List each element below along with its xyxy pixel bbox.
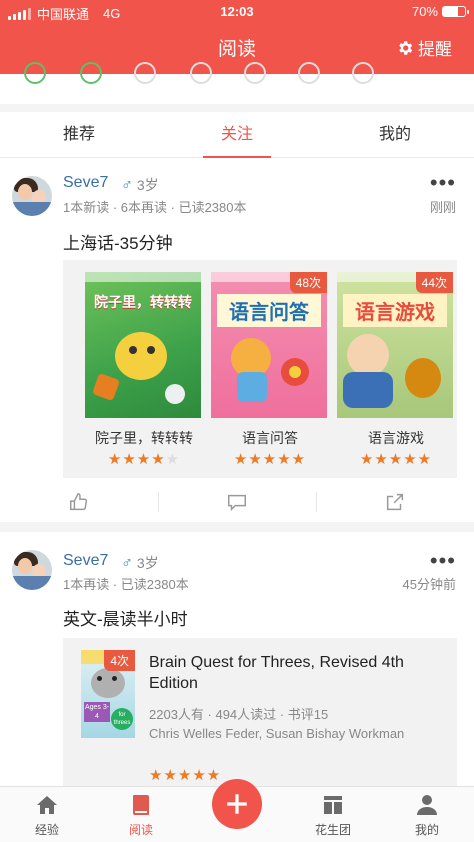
scrolled-strip xyxy=(0,62,474,104)
post-title: 上海话-35分钟 xyxy=(63,234,173,253)
battery-icon xyxy=(442,6,469,17)
group-icon xyxy=(324,796,342,814)
book-author: Chris Welles Feder, Susan Bishay Workman xyxy=(149,726,405,741)
tab-following[interactable]: 关注 xyxy=(158,112,316,157)
book-stats: 2203人有 · 494人读过 · 书评15 xyxy=(149,707,329,722)
strip-dot xyxy=(134,62,156,84)
user-gender-age: ♂ 3岁 xyxy=(121,175,159,195)
nav-label: 经验 xyxy=(34,823,59,837)
nav-mine[interactable]: 我的 xyxy=(392,793,462,838)
strip-dot xyxy=(244,62,266,84)
post-time: 刚刚 xyxy=(429,200,456,215)
rating-stars: ★★★★★ xyxy=(149,767,222,784)
user-reading-stats: 1本新读 · 6本再读 · 已读2380本 xyxy=(63,200,247,215)
gear-icon xyxy=(399,40,413,55)
battery-percent: 70% xyxy=(411,4,438,19)
nav-label: 我的 xyxy=(414,823,439,837)
cover-age-label: Ages 3-4 xyxy=(84,702,110,722)
book-icon xyxy=(133,795,149,815)
book-title: Brain Quest for Threes, Revised 4th Edit… xyxy=(149,654,404,692)
status-bar: 中国联通 4G 12:03 70% xyxy=(0,0,474,24)
rating-stars: ★★★★★ xyxy=(233,451,307,468)
post-title: 英文-晨读半小时 xyxy=(63,610,188,629)
nav-reading[interactable]: 阅读 xyxy=(106,793,176,838)
nav-experience[interactable]: 经验 xyxy=(12,793,82,838)
male-icon: ♂ xyxy=(121,555,133,572)
strip-dot xyxy=(24,62,46,84)
home-icon xyxy=(37,796,57,814)
book-cover: 语言游戏 44次 xyxy=(337,272,453,418)
book-item[interactable]: 语言游戏 44次 语言游戏 ★★★★★ xyxy=(337,272,455,468)
read-count-badge: 48次 xyxy=(289,272,327,293)
remind-label: 提醒 xyxy=(418,40,452,59)
rating-stars: ★★★★★ xyxy=(359,451,433,468)
rating-stars: ★★★★★ xyxy=(107,451,181,468)
feed-post: Seve7 ♂ 3岁 1本新读 · 6本再读 · 已读2380本 ••• 刚刚 … xyxy=(0,158,474,522)
book-cover: Ages 3-4 for threes 4次 xyxy=(81,650,135,738)
post-actions xyxy=(0,482,474,522)
bottom-nav: 经验 阅读 花生团 我的 xyxy=(0,779,474,842)
user-reading-stats: 1本再读 · 已读2380本 xyxy=(63,577,189,592)
avatar[interactable] xyxy=(12,550,52,590)
book-item[interactable]: 院子里，转转转 院子里，转转转 ★★★★★ xyxy=(85,272,203,468)
book-card[interactable]: Ages 3-4 for threes 4次 Brain Quest for T… xyxy=(63,638,457,786)
like-button[interactable] xyxy=(0,482,158,522)
comment-icon xyxy=(228,494,246,512)
clock: 12:03 xyxy=(220,4,254,19)
more-options-icon[interactable]: ••• xyxy=(430,550,456,572)
nav-label: 阅读 xyxy=(128,823,153,837)
add-button[interactable] xyxy=(212,779,262,829)
book-cover: 院子里，转转转 xyxy=(85,272,201,418)
book-item[interactable]: 语言问答 48次 语言问答 ★★★★★ xyxy=(211,272,329,468)
person-icon xyxy=(417,795,437,815)
avatar[interactable] xyxy=(12,176,52,216)
strip-dot xyxy=(298,62,320,84)
share-button[interactable] xyxy=(316,482,474,522)
book-title: 院子里，转转转 xyxy=(95,430,193,446)
strip-dot xyxy=(80,62,102,84)
book-title: 语言问答 xyxy=(242,430,298,446)
remind-button[interactable]: 提醒 xyxy=(396,35,452,60)
user-age: 3岁 xyxy=(136,177,159,193)
read-count-badge: 44次 xyxy=(415,272,453,293)
male-icon: ♂ xyxy=(121,177,133,194)
thumbs-up-icon xyxy=(70,493,88,511)
user-gender-age: ♂ 3岁 xyxy=(121,553,159,573)
nav-peanut-group[interactable]: 花生团 xyxy=(298,793,368,838)
user-name[interactable]: Seve7 xyxy=(63,174,108,192)
share-icon xyxy=(386,493,404,511)
tab-mine[interactable]: 我的 xyxy=(316,112,474,157)
feed-post: Seve7 ♂ 3岁 1本再读 · 已读2380本 ••• 45分钟前 英文-晨… xyxy=(0,532,474,786)
book-cover: 语言问答 48次 xyxy=(211,272,327,418)
book-title: 语言游戏 xyxy=(368,430,424,446)
nav-label: 花生团 xyxy=(314,823,351,837)
comment-button[interactable] xyxy=(158,482,316,522)
plus-icon xyxy=(227,794,247,814)
book-list: 院子里，转转转 院子里，转转转 ★★★★★ 语言问答 48次 语言问答 ★★★★… xyxy=(63,260,457,478)
feed-tabs: 推荐 关注 我的 xyxy=(0,112,474,158)
app-header: 中国联通 4G 12:03 70% 阅读 提醒 xyxy=(0,0,474,74)
read-count-badge: 4次 xyxy=(104,650,135,671)
user-name[interactable]: Seve7 xyxy=(63,552,108,570)
strip-dot xyxy=(352,62,374,84)
cover-series-label: for threes xyxy=(111,708,133,730)
post-time: 45分钟前 xyxy=(402,577,456,592)
user-age: 3岁 xyxy=(136,555,159,571)
tab-recommend[interactable]: 推荐 xyxy=(0,112,158,157)
strip-dot xyxy=(190,62,212,84)
more-options-icon[interactable]: ••• xyxy=(430,172,456,194)
